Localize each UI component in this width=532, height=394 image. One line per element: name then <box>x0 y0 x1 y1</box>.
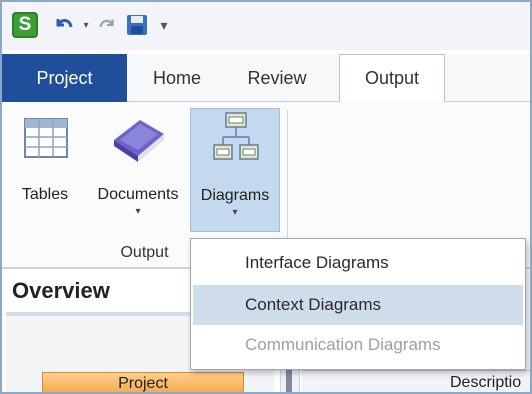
app-window: S ▾ ▾ Project Home Review Output Tables … <box>0 0 532 394</box>
documents-button[interactable]: Documents ▾ <box>90 108 186 232</box>
tab-home[interactable]: Home <box>127 54 227 102</box>
overview-title: Overview <box>12 278 110 303</box>
menu-item-label: Context Diagrams <box>245 295 382 314</box>
table-icon <box>24 118 68 158</box>
app-logo[interactable]: S <box>12 12 38 38</box>
undo-dropdown-icon[interactable]: ▾ <box>80 12 92 38</box>
documents-dropdown-icon: ▾ <box>135 206 141 217</box>
save-icon[interactable] <box>124 12 150 38</box>
menu-item-label: Communication Diagrams <box>245 335 441 354</box>
undo-icon[interactable] <box>50 12 78 38</box>
diagrams-dropdown-menu: Interface Diagrams Context Diagrams Comm… <box>190 238 526 370</box>
redo-icon[interactable] <box>94 12 120 38</box>
tab-project[interactable]: Project <box>2 54 127 102</box>
quick-access-toolbar: S ▾ ▾ <box>2 2 530 50</box>
menu-item-label: Interface Diagrams <box>245 253 389 272</box>
project-node[interactable]: Project <box>42 372 244 392</box>
diagrams-button[interactable]: Diagrams ▾ <box>190 108 280 232</box>
tables-label: Tables <box>21 186 69 203</box>
documents-label: Documents <box>97 186 179 203</box>
menu-item-context-diagrams[interactable]: Context Diagrams <box>193 285 523 325</box>
description-column-header[interactable]: Descriptio <box>302 370 530 392</box>
diagrams-label: Diagrams <box>200 187 270 204</box>
group-separator <box>287 110 288 258</box>
ribbon-tabs: Project Home Review Output <box>2 54 530 103</box>
tab-output[interactable]: Output <box>339 54 445 103</box>
book-icon <box>114 120 164 162</box>
tab-review[interactable]: Review <box>227 54 327 102</box>
diagrams-dropdown-icon: ▾ <box>232 207 238 218</box>
diagram-icon <box>213 112 259 160</box>
customize-qat-icon[interactable]: ▾ <box>156 12 172 38</box>
menu-item-communication-diagrams[interactable]: Communication Diagrams <box>193 325 523 365</box>
description-header-label: Descriptio <box>450 374 522 391</box>
menu-item-interface-diagrams[interactable]: Interface Diagrams <box>193 243 523 283</box>
tables-button[interactable]: Tables <box>14 108 76 232</box>
